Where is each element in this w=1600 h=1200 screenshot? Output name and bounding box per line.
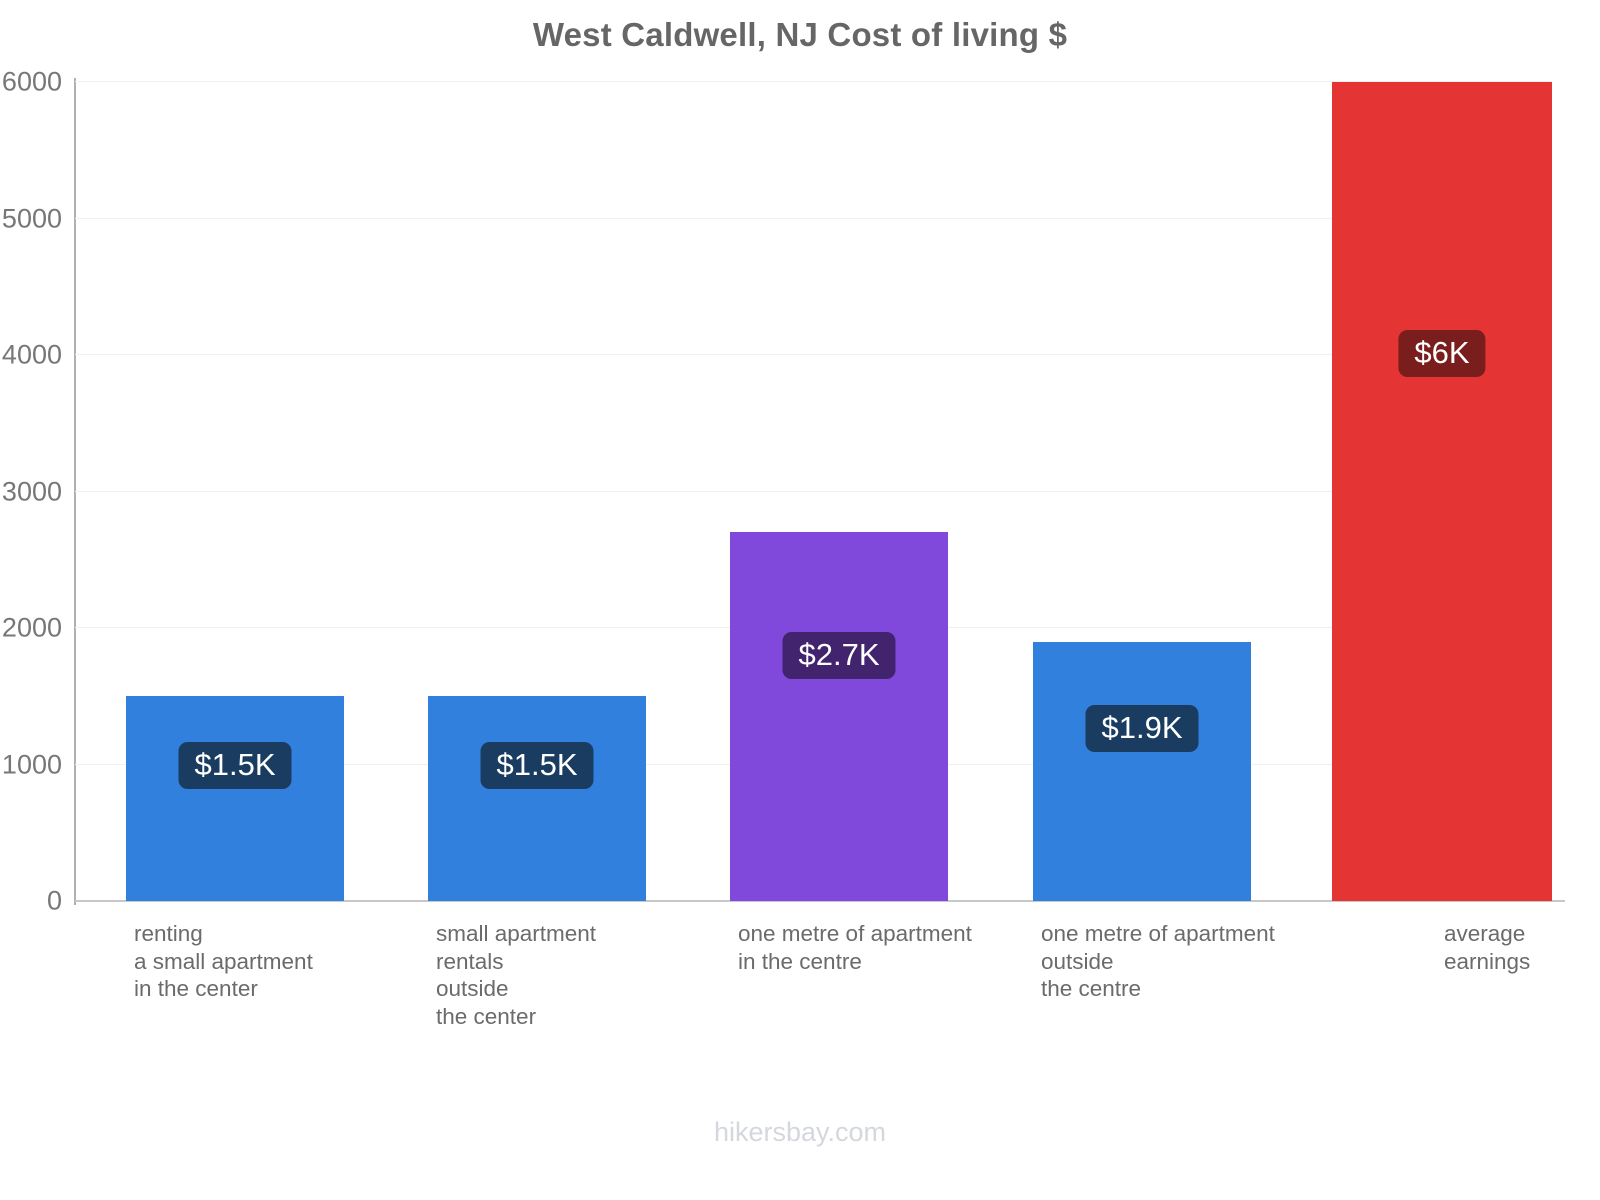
bar[interactable]: $6K (1332, 82, 1552, 901)
bar-value-label: $2.7K (782, 632, 896, 680)
bar[interactable]: $1.5K (126, 696, 344, 901)
cost-of-living-bar-chart: West Caldwell, NJ Cost of living $ $1.5K… (0, 0, 1600, 1200)
bar-value-label: $1.5K (178, 741, 292, 789)
gridline (75, 354, 1552, 355)
watermark-label: hikersbay.com (713, 1117, 887, 1147)
gridline (75, 81, 1552, 82)
y-axis-tick-label: 3000 (1, 476, 62, 506)
bar-value-label: $6K (1398, 330, 1486, 378)
bar[interactable]: $1.5K (428, 696, 646, 901)
y-axis-tick-label: 1000 (1, 749, 62, 779)
plot-area: $1.5K $1.5K $2.7K $1.9K $6K (75, 81, 1552, 901)
y-axis-tick-label: 4000 (1, 339, 62, 370)
bar-value-label: $1.9K (1085, 705, 1199, 753)
x-axis-category-label: one metre of apartment in the centre (738, 921, 972, 974)
gridline (75, 217, 1552, 219)
x-axis-category-label: renting a small apartment in the center (134, 921, 313, 1001)
chart-title: West Caldwell, NJ Cost of living $ (532, 16, 1068, 53)
y-axis-tick-label: 2000 (1, 612, 62, 643)
gridline (75, 490, 1552, 492)
bar[interactable]: $1.9K (1033, 641, 1251, 901)
x-axis-category-label: average earnings (1444, 921, 1531, 974)
y-axis-tick-label: 0 (46, 885, 62, 916)
bar[interactable]: $2.7K (730, 532, 948, 901)
bar-value-label: $1.5K (480, 741, 594, 789)
y-axis-tick-label: 6000 (1, 66, 62, 97)
x-axis-category-label: one metre of apartment outside the centr… (1041, 921, 1275, 1001)
x-axis-category-label: small apartment rentals outside the cent… (436, 921, 597, 1029)
y-axis-tick-label: 5000 (1, 203, 62, 233)
